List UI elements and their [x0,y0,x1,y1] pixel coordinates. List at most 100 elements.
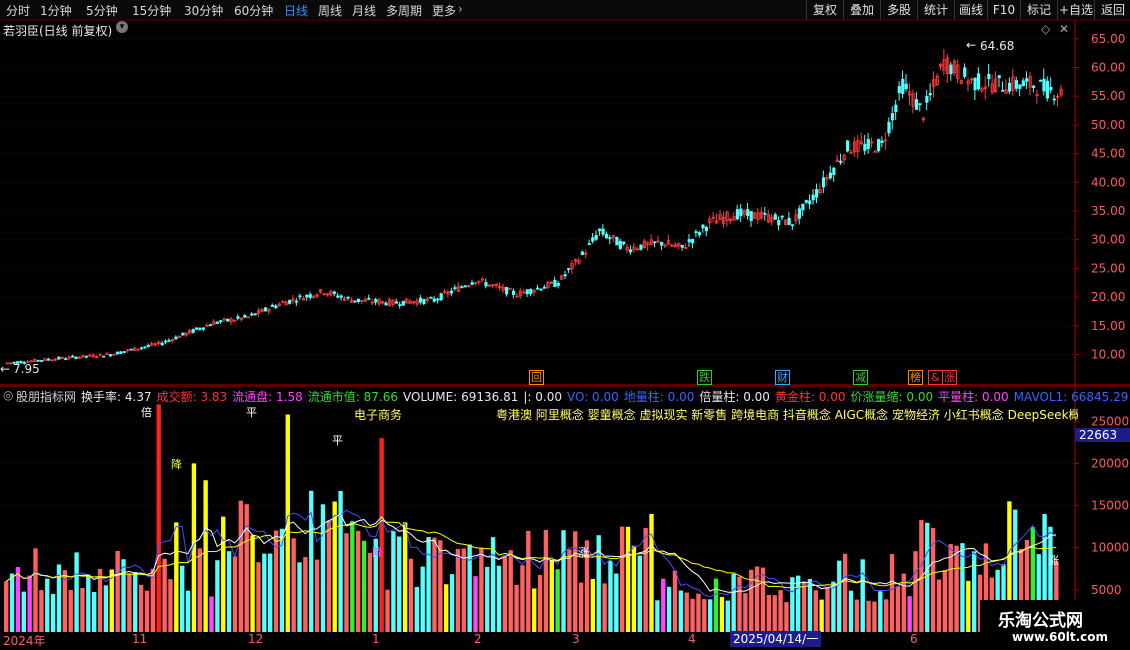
multi-stock-button[interactable]: 多股 [880,0,917,20]
candle-body [704,226,709,232]
draw-line-button[interactable]: 画线 [954,0,987,20]
bar-mark-label: 降 [372,546,383,559]
volume-bar [743,593,748,632]
volume-bar [690,598,695,632]
volume-bar [620,526,625,632]
candle-body [460,286,464,289]
volume-bar [97,568,103,632]
period-tab-1min[interactable]: 1分钟 [40,2,72,19]
indicator-legend-item: MAVOL1: 66845.29 [1013,390,1129,404]
volume-bar [162,558,167,632]
candle-body [429,296,433,299]
candle-body [539,288,543,291]
event-marker[interactable]: 减 [853,370,868,385]
period-tab-5min[interactable]: 5分钟 [86,2,118,19]
volume-bar [420,566,425,632]
period-tab-分时[interactable]: 分时 [6,2,30,19]
indicator-legend-item: 黄金柱: 0.00 [774,390,846,404]
mark-button[interactable]: 标记 [1020,0,1057,20]
chevron-down-icon[interactable]: ▾ [116,21,128,33]
volume-bar [180,565,185,632]
candle-body [1025,78,1029,82]
volume-bar [144,590,150,632]
volume-bar [532,588,537,632]
event-marker[interactable]: 回 [529,370,544,385]
candle-body [298,295,302,298]
candle-body [660,241,664,246]
volume-bar [432,537,437,632]
candle-body [505,286,509,295]
restore-rights-button[interactable]: 复权 [806,0,843,20]
event-marker[interactable]: 榜 [908,370,923,385]
period-tab-day[interactable]: 日线 [284,2,308,19]
high-arrow-icon: ← [966,38,977,52]
candle-body [174,336,178,340]
period-tab-month[interactable]: 月线 [352,2,376,19]
candle-body [815,189,819,198]
candle-body [236,316,240,319]
candlestick-chart[interactable]: 65.00 60.00 55.00 50.00 45.00 40.00 35.00 30.00… [0,20,1130,386]
period-tab-week[interactable]: 周线 [318,2,342,19]
period-tab-multi[interactable]: 多周期 [386,2,422,19]
volume-bar [344,533,349,632]
candle-body [914,99,919,110]
event-marker[interactable]: 财 [775,370,790,385]
volume-bar [625,526,631,632]
volume-bar [291,538,296,632]
period-tab-more[interactable]: 更多 [432,2,456,19]
volume-bar [121,559,126,632]
more-arrow-icon[interactable]: › [458,2,463,16]
time-label-3: 3 [572,632,580,646]
volume-bar [133,571,138,632]
candle-body [949,64,953,75]
volume-bar [649,513,654,632]
event-marker[interactable]: & [928,370,943,385]
candle-body [928,93,932,96]
overlay-button[interactable]: 叠加 [843,0,880,20]
close-icon[interactable]: ✕ [1059,22,1069,36]
volume-bar [80,587,85,632]
indicator-legend-item: 流通盘: 1.58 [232,390,303,404]
volume-bar [226,551,232,632]
volume-bar [490,537,496,632]
volume-bar [813,590,818,632]
volume-bar [526,530,531,632]
statistics-button[interactable]: 统计 [917,0,954,20]
time-label-6: 6 [910,632,918,646]
candle-body [808,200,812,205]
candle-body [208,324,213,327]
time-axis: 2024年 11 12 1 2 3 4 2025/04/14/一 6 [0,630,980,650]
volume-bar [232,556,238,632]
candle-body [508,288,512,290]
indicator-legend: 股朋指标网 换手率: 4.37 成交额: 3.83 流通盘: 1.58 流通市值: 87… [16,388,1130,405]
period-tab-60min[interactable]: 60分钟 [234,2,273,19]
volume-bar [848,590,854,632]
candle-body [191,329,195,333]
back-button[interactable]: 返回 [1094,0,1130,20]
candle-body [274,305,278,309]
volume-bar [332,501,337,632]
period-tab-15min[interactable]: 15分钟 [132,2,171,19]
watermark-url: www.60lt.com [1012,630,1109,644]
candle-body [580,251,585,255]
volume-chart[interactable]: 25000 20000 15000 10000 5000 [0,386,1130,634]
volume-bar [966,580,971,632]
candle-body [71,355,75,358]
f10-button[interactable]: F10 [987,0,1020,20]
panel-close-icon[interactable]: ◎ [3,388,13,402]
candle-body [987,73,991,80]
candle-body [418,297,423,303]
candle-body [746,209,750,217]
event-marker[interactable]: 跌 [697,370,712,385]
period-tab-30min[interactable]: 30分钟 [184,2,223,19]
price-chart-panel[interactable]: 65.00 60.00 55.00 50.00 45.00 40.00 35.00 30.00… [0,20,1130,386]
price-tick-label: 60.00 [1091,61,1125,75]
time-label-2: 2 [474,632,482,646]
volume-bar [168,579,173,632]
diamond-icon[interactable]: ◇ [1041,22,1050,36]
volume-bar [221,516,226,632]
add-watchlist-button[interactable]: +自选 [1057,0,1094,20]
volume-indicator-panel[interactable]: 25000 20000 15000 10000 5000 ◎ 股朋指标网 换手率: 4.3… [0,386,1130,634]
price-tick-label: 55.00 [1091,89,1125,103]
event-marker[interactable]: 涨 [942,370,957,385]
